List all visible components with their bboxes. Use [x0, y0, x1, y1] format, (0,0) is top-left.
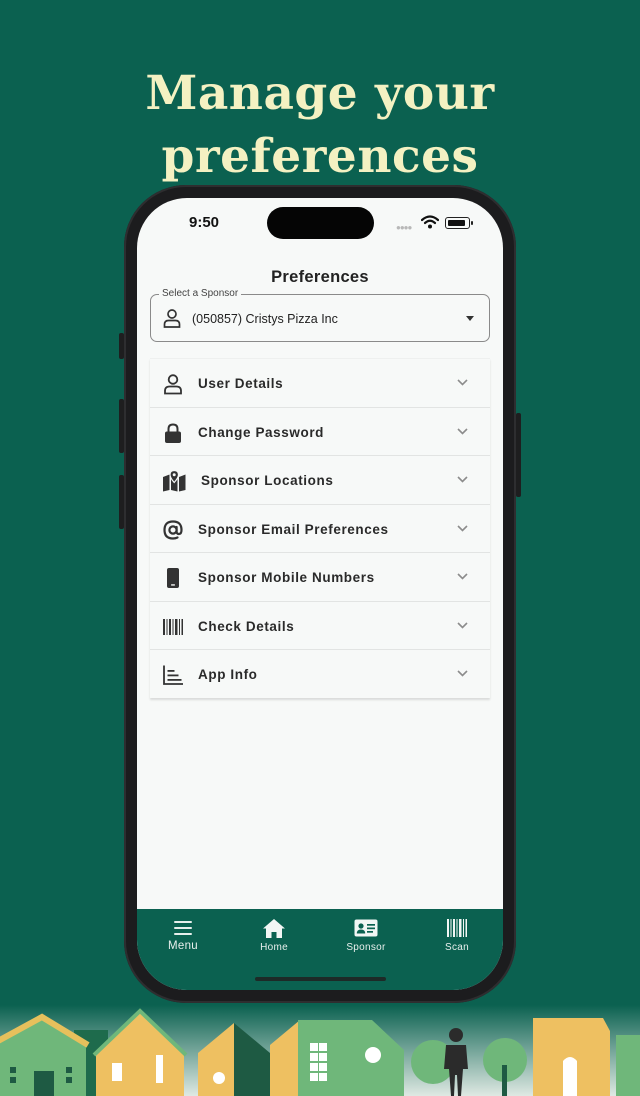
status-time: 9:50 [189, 214, 220, 231]
section-label: App Info [198, 667, 258, 682]
section-change-password[interactable]: Change Password [150, 406, 490, 456]
chart-icon [163, 665, 183, 685]
tab-scan[interactable]: Scan [422, 917, 492, 953]
headline-line-1: Manage your [145, 66, 495, 121]
cellular-signal-icon: ●●●● [396, 223, 412, 232]
home-icon [263, 918, 285, 938]
tab-label: Sponsor [346, 942, 386, 953]
volume-up-button [119, 399, 124, 453]
preferences-accordion: User Details Change Password Sponsor Loc… [150, 358, 490, 698]
section-label: User Details [198, 376, 284, 391]
hamburger-icon [174, 921, 192, 935]
chevron-down-icon [457, 573, 468, 580]
page-title: Preferences [271, 268, 369, 286]
home-indicator [255, 977, 386, 981]
chevron-down-icon [457, 524, 468, 532]
status-bar: 9:50 ●●●● [137, 198, 503, 248]
sponsor-select-label: Select a Sponsor [159, 288, 242, 299]
section-label: Sponsor Mobile Numbers [198, 570, 375, 585]
section-app-info[interactable]: App Info [150, 649, 490, 698]
tab-label: Scan [445, 942, 469, 953]
lock-icon [165, 422, 181, 443]
tab-menu[interactable]: Menu [148, 917, 218, 952]
at-sign-icon [163, 519, 183, 540]
tab-label: Home [260, 942, 288, 953]
section-sponsor-email-preferences[interactable]: Sponsor Email Preferences [150, 503, 490, 553]
power-button [516, 413, 521, 497]
mute-switch [119, 333, 124, 359]
chevron-down-icon [457, 427, 468, 435]
section-check-details[interactable]: Check Details [150, 600, 490, 650]
map-icon [163, 470, 186, 492]
app-screen: 9:50 ●●●● Preferences Select a Sponsor (… [137, 198, 503, 990]
section-sponsor-locations[interactable]: Sponsor Locations [150, 455, 490, 504]
barcode-icon [163, 618, 183, 635]
barcode-icon [447, 919, 467, 937]
bottom-tab-bar: Menu Home Sponsor Scan [137, 909, 503, 990]
town-illustration [0, 1005, 640, 1096]
section-label: Sponsor Locations [201, 473, 334, 488]
wifi-icon [421, 215, 439, 229]
headline-line-2: preferences [161, 129, 479, 184]
mobile-phone-icon [167, 568, 179, 588]
section-user-details[interactable]: User Details [150, 358, 490, 407]
chevron-down-icon [457, 476, 468, 483]
person-icon [164, 374, 182, 395]
person-icon [163, 309, 181, 328]
tab-sponsor[interactable]: Sponsor [331, 917, 401, 953]
chevron-down-icon [457, 621, 468, 629]
sponsor-select-value: (050857) Cristys Pizza Inc [192, 312, 338, 326]
section-label: Check Details [198, 618, 295, 634]
headline: Manage your preferences [0, 62, 640, 188]
tab-home[interactable]: Home [239, 917, 309, 953]
phone-frame: 9:50 ●●●● Preferences Select a Sponsor (… [119, 185, 521, 1003]
section-label: Sponsor Email Preferences [198, 521, 389, 537]
id-card-icon [354, 919, 378, 937]
volume-down-button [119, 475, 124, 529]
sponsor-select[interactable]: Select a Sponsor (050857) Cristys Pizza … [150, 288, 490, 342]
battery-icon [445, 217, 473, 229]
section-sponsor-mobile-numbers[interactable]: Sponsor Mobile Numbers [150, 552, 490, 601]
chevron-down-icon [457, 379, 468, 386]
section-label: Change Password [198, 424, 325, 440]
dropdown-caret-icon [466, 316, 474, 321]
chevron-down-icon [457, 670, 468, 677]
dynamic-island [267, 207, 374, 239]
tab-label: Menu [168, 940, 198, 952]
